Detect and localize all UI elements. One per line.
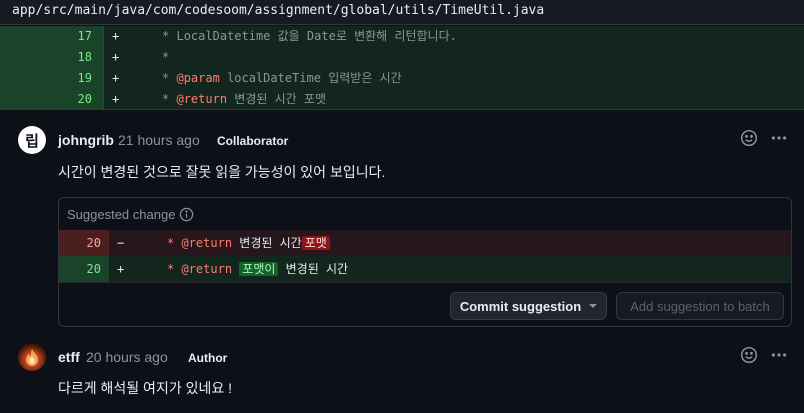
commit-suggestion-button[interactable]: Commit suggestion	[450, 292, 607, 320]
diff-sign: +	[112, 50, 120, 64]
kebab-horizontal-icon[interactable]	[768, 344, 790, 366]
diff-sign: +	[117, 262, 125, 276]
line-number-gutter[interactable]: 19	[0, 68, 104, 89]
suggested-change: Suggested change 20 − * @return 변경된 시간 포맷…	[58, 197, 792, 327]
comment-body: 시간이 변경된 것으로 잘못 읽을 가능성이 있어 보입니다.	[58, 164, 386, 180]
diff-line: 18 + *	[0, 47, 804, 68]
triangle-down-icon	[589, 304, 598, 308]
suggestion-added-line: 20 + * @return 포맷이 변경된 시간	[59, 256, 791, 282]
suggestion-actions: Commit suggestion Add suggestion to batc…	[59, 282, 791, 326]
kebab-horizontal-icon[interactable]	[768, 127, 790, 149]
diff-line: 17 + * LocalDatetime 값을 Date로 변환해 리턴합니다.	[0, 26, 804, 47]
diff-sign: +	[112, 71, 120, 85]
code-content: * @return 변경된 시간 포맷	[167, 230, 330, 256]
diff-sign: +	[112, 92, 120, 106]
line-number[interactable]: 19	[60, 68, 92, 89]
add-suggestion-to-batch-button[interactable]: Add suggestion to batch	[616, 292, 784, 320]
suggested-change-title: Suggested change	[67, 207, 176, 222]
author-badge: Author	[188, 351, 228, 365]
flame-icon	[26, 349, 38, 366]
diff-sign: −	[117, 236, 125, 250]
file-path[interactable]: app/src/main/java/com/codesoom/assignmen…	[12, 3, 544, 18]
code-content: * @return 포맷이 변경된 시간	[167, 262, 349, 276]
avatar[interactable]	[18, 343, 46, 371]
comment-timestamp[interactable]: 21 hours ago	[118, 132, 200, 148]
file-path-header[interactable]: app/src/main/java/com/codesoom/assignmen…	[0, 0, 804, 25]
comment-body: 다르게 해석될 여지가 있네요 !	[58, 380, 233, 396]
line-number-gutter[interactable]: 17	[0, 26, 104, 47]
line-number: 20	[86, 262, 101, 276]
line-number: 20	[86, 236, 101, 250]
code-content: * @return 변경된 시간 포맷	[162, 92, 327, 106]
diff-line: 20 + * @return 변경된 시간 포맷	[0, 89, 804, 110]
line-number[interactable]: 20	[60, 89, 92, 110]
line-number-gutter[interactable]: 20	[0, 89, 104, 110]
info-icon[interactable]	[179, 207, 194, 225]
avatar[interactable]: 립	[18, 126, 46, 154]
comment-timestamp[interactable]: 20 hours ago	[86, 349, 168, 365]
smiley-icon[interactable]	[738, 344, 760, 366]
smiley-icon[interactable]	[738, 127, 760, 149]
diff-sign: +	[112, 29, 120, 43]
code-content: * LocalDatetime 값을 Date로 변환해 리턴합니다.	[162, 29, 457, 43]
comment-author[interactable]: etff	[58, 349, 80, 365]
line-number[interactable]: 17	[60, 26, 92, 47]
line-number[interactable]: 18	[60, 47, 92, 68]
comment-author[interactable]: johngrib	[58, 132, 114, 148]
suggested-change-header: Suggested change	[59, 198, 791, 230]
collaborator-badge: Collaborator	[217, 134, 289, 148]
suggestion-removed-line: 20 − * @return 변경된 시간 포맷	[59, 230, 791, 256]
code-content: *	[162, 50, 170, 64]
code-content: * @param localDateTime 입력받은 시간	[162, 71, 402, 85]
line-number-gutter[interactable]: 18	[0, 47, 104, 68]
diff-line: 19 + * @param localDateTime 입력받은 시간	[0, 68, 804, 89]
